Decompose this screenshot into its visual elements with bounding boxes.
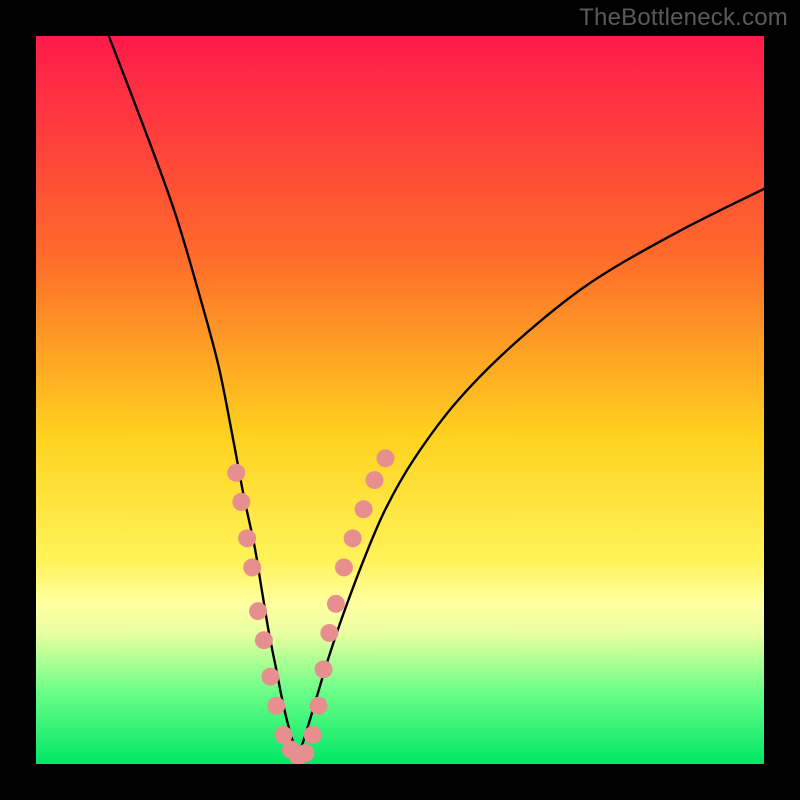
- marker-point: [327, 595, 345, 613]
- gradient-background: [36, 36, 764, 764]
- chart-frame: TheBottleneck.com: [0, 0, 800, 800]
- marker-point: [296, 744, 314, 762]
- watermark-label: TheBottleneck.com: [579, 4, 788, 32]
- marker-point: [366, 471, 384, 489]
- marker-point: [238, 529, 256, 547]
- plot-area: [36, 36, 764, 764]
- marker-point: [227, 464, 245, 482]
- marker-point: [243, 558, 261, 576]
- chart-svg: [36, 36, 764, 764]
- marker-point: [304, 726, 322, 744]
- marker-point: [315, 660, 333, 678]
- marker-point: [309, 697, 327, 715]
- marker-point: [232, 493, 250, 511]
- marker-point: [320, 624, 338, 642]
- marker-point: [261, 668, 279, 686]
- marker-point: [344, 529, 362, 547]
- marker-point: [249, 602, 267, 620]
- marker-point: [335, 558, 353, 576]
- marker-point: [376, 449, 394, 467]
- marker-point: [267, 697, 285, 715]
- marker-point: [355, 500, 373, 518]
- marker-point: [255, 631, 273, 649]
